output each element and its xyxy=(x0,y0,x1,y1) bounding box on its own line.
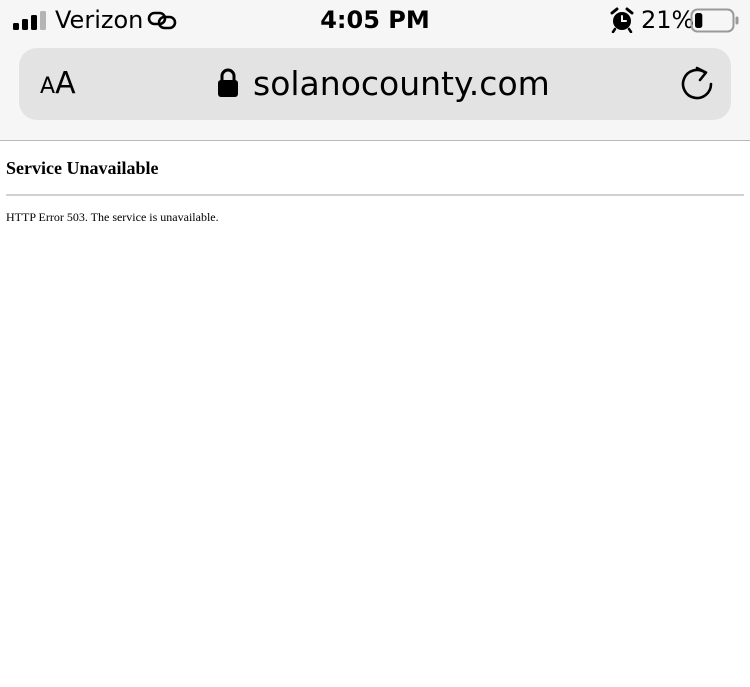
reload-icon[interactable] xyxy=(678,65,716,103)
page-title: Service Unavailable xyxy=(6,158,159,178)
status-bar: Verizon 4:05 PM 21% xyxy=(0,0,750,40)
battery-icon xyxy=(690,8,739,33)
alarm-icon xyxy=(610,7,634,33)
status-time: 4:05 PM xyxy=(320,6,430,34)
address-bar[interactable]: AA solanocounty.com xyxy=(19,48,731,120)
text-size-small-glyph: A xyxy=(40,74,56,99)
lock-icon xyxy=(218,68,238,97)
battery-percentage: 21% xyxy=(641,6,695,34)
url-text[interactable]: solanocounty.com xyxy=(253,64,550,104)
page-content: Service Unavailable HTTP Error 503. The … xyxy=(6,141,744,225)
divider xyxy=(6,194,744,196)
text-size-button[interactable]: AA xyxy=(40,68,76,100)
error-message: HTTP Error 503. The service is unavailab… xyxy=(6,210,219,224)
text-size-large-glyph: A xyxy=(55,66,76,101)
browser-chrome: Verizon 4:05 PM 21% AA solanocounty.com xyxy=(0,0,750,141)
